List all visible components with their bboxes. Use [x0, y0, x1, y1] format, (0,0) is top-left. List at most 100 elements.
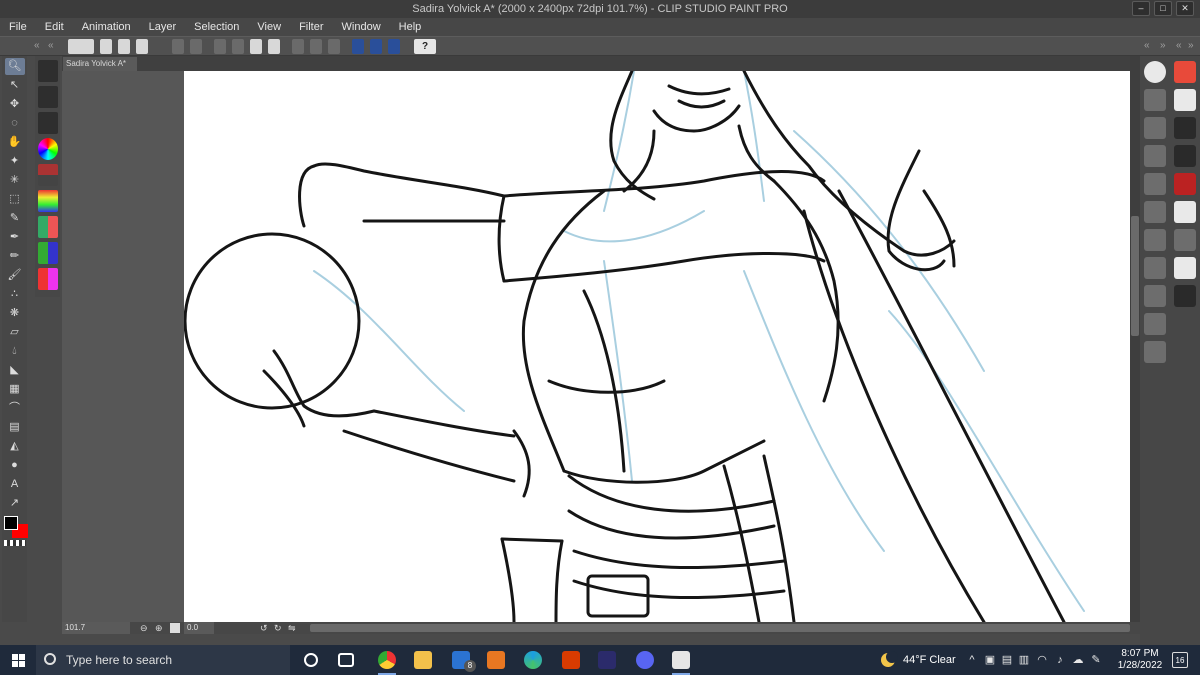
menu-animation[interactable]: Animation — [73, 21, 140, 33]
transform-icon[interactable] — [268, 39, 280, 54]
canvas-viewport[interactable] — [62, 71, 1130, 622]
material-icon[interactable] — [1174, 89, 1196, 111]
menu-view[interactable]: View — [248, 21, 290, 33]
task-view-icon[interactable] — [338, 653, 354, 667]
clip-studio-taskbar-icon[interactable] — [672, 651, 690, 669]
palette-icon-3[interactable] — [1144, 145, 1166, 167]
invert-selection-icon[interactable] — [310, 39, 322, 54]
search-palette-icon[interactable] — [1144, 61, 1166, 83]
move-layer-tool-icon[interactable]: ✥ — [5, 96, 25, 113]
wifi-icon[interactable]: ◠ — [1036, 654, 1048, 666]
snap-grid-icon[interactable] — [388, 39, 400, 54]
show-hidden-icons-icon[interactable]: ^ — [966, 654, 978, 666]
menu-layer[interactable]: Layer — [140, 21, 186, 33]
menu-file[interactable]: File — [0, 21, 36, 33]
zoom-out-icon[interactable]: ⊖ — [140, 623, 148, 634]
tray-app-icon-3[interactable]: ▥ — [1018, 654, 1030, 666]
undo-icon[interactable] — [172, 39, 184, 54]
deselect-icon[interactable] — [292, 39, 304, 54]
palette-icon-10[interactable] — [1144, 341, 1166, 363]
menu-edit[interactable]: Edit — [36, 21, 73, 33]
airbrush-tool-icon[interactable]: ∴ — [5, 286, 25, 303]
figure-tool-icon[interactable]: ⌒ — [5, 400, 25, 417]
weather-text[interactable]: 44°F Clear — [903, 645, 956, 675]
menu-help[interactable]: Help — [390, 21, 431, 33]
color-slider-icon[interactable] — [37, 190, 58, 212]
amazon-music-icon[interactable] — [598, 651, 616, 669]
timeline-icon[interactable] — [1174, 173, 1196, 195]
rotate-left-icon[interactable]: ↺ — [260, 623, 268, 634]
tool-property-icon[interactable] — [37, 112, 58, 134]
onedrive-icon[interactable]: ☁ — [1072, 654, 1084, 666]
redo-icon[interactable] — [190, 39, 202, 54]
brush-tool-icon[interactable]: 🖌︎ — [5, 267, 25, 284]
palette-icon-1[interactable] — [1144, 89, 1166, 111]
horizontal-scrollbar[interactable] — [310, 624, 1130, 632]
clip-studio-icon[interactable] — [68, 39, 94, 54]
menu-filter[interactable]: Filter — [290, 21, 332, 33]
rotate-right-icon[interactable]: ↻ — [274, 623, 282, 634]
vertical-scroll-thumb[interactable] — [1131, 216, 1139, 336]
collapse-left-icon-2[interactable]: « — [48, 40, 54, 51]
text-tool-icon[interactable]: A — [5, 476, 25, 493]
taskbar-clock[interactable]: 8:07 PM 1/28/2022 — [1110, 648, 1170, 672]
snap-ruler-icon[interactable] — [352, 39, 364, 54]
correct-line-tool-icon[interactable]: ↗ — [5, 495, 25, 512]
rotation-value[interactable]: 0.0 — [184, 622, 214, 634]
layer-search-icon[interactable] — [1174, 229, 1196, 251]
menu-window[interactable]: Window — [333, 21, 390, 33]
windows-start-icon[interactable] — [12, 654, 25, 667]
discord-icon[interactable] — [636, 651, 654, 669]
ruler-tool-icon[interactable]: ◭ — [5, 438, 25, 455]
fill-icon[interactable] — [250, 39, 262, 54]
taskbar-search-input[interactable]: Type here to search — [36, 645, 290, 675]
fill-tool-icon[interactable]: ◣ — [5, 362, 25, 379]
magic-wand-icon[interactable]: ✳ — [5, 172, 25, 189]
pen-tool-icon[interactable]: ✒ — [5, 229, 25, 246]
expand-right-icon-2[interactable]: « — [1176, 40, 1182, 51]
palette-icon-9[interactable] — [1144, 313, 1166, 335]
color-wheel-icon[interactable] — [37, 138, 58, 160]
expand-right-icon[interactable]: « — [1144, 40, 1150, 51]
zoom-in-icon[interactable]: ⊕ — [155, 623, 163, 634]
layer-icon[interactable] — [1174, 117, 1196, 139]
maximize-icon[interactable]: □ — [1154, 1, 1172, 16]
selection-tool-icon[interactable]: ◌ — [5, 115, 25, 132]
snap-special-ruler-icon[interactable] — [370, 39, 382, 54]
collapse-left-icon[interactable]: « — [34, 40, 40, 51]
layer-property-icon[interactable] — [1174, 61, 1196, 83]
collapse-right-icon[interactable]: » — [1160, 40, 1166, 51]
open-file-icon[interactable] — [118, 39, 130, 54]
palette-icon-7[interactable] — [1144, 257, 1166, 279]
pencil-tool-icon[interactable]: ✏ — [5, 248, 25, 265]
clear-icon[interactable] — [214, 39, 226, 54]
decoration-tool-icon[interactable]: ❋ — [5, 305, 25, 322]
animation-cels-icon[interactable] — [1174, 257, 1196, 279]
blend-tool-icon[interactable]: 💧︎ — [5, 343, 25, 360]
vertical-scrollbar[interactable] — [1130, 56, 1140, 622]
save-icon[interactable] — [136, 39, 148, 54]
marquee-tool-icon[interactable]: ⬚ — [5, 191, 25, 208]
close-icon[interactable]: ✕ — [1176, 1, 1194, 16]
color-history-icon[interactable] — [37, 164, 58, 186]
menu-selection[interactable]: Selection — [185, 21, 248, 33]
tray-app-icon-2[interactable]: ▤ — [1001, 654, 1013, 666]
history-icon[interactable] — [1174, 285, 1196, 307]
sub-tool-palette-icon[interactable] — [37, 60, 58, 82]
palette-icon-8[interactable] — [1144, 285, 1166, 307]
frame-border-tool-icon[interactable]: ▤ — [5, 419, 25, 436]
palette-icon-6[interactable] — [1144, 229, 1166, 251]
approximate-color-icon[interactable] — [37, 268, 58, 290]
help-button[interactable]: ? — [414, 39, 436, 54]
collapse-right-icon-2[interactable]: » — [1188, 40, 1194, 51]
navigator-icon[interactable] — [37, 86, 58, 108]
balloon-tool-icon[interactable]: ● — [5, 457, 25, 474]
notification-center-icon[interactable]: 16 — [1172, 652, 1188, 668]
minimize-icon[interactable]: – — [1132, 1, 1150, 16]
office-icon[interactable] — [562, 651, 580, 669]
volume-icon[interactable]: ♪ — [1054, 654, 1066, 666]
fit-view-icon[interactable] — [170, 623, 180, 633]
cortana-icon[interactable] — [304, 653, 318, 667]
media-player-icon[interactable] — [487, 651, 505, 669]
palette-icon-5[interactable] — [1144, 201, 1166, 223]
